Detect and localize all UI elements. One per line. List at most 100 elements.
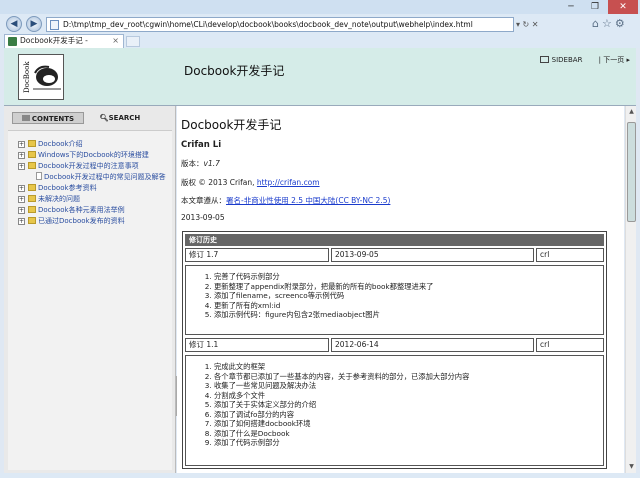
- list-item: 完成此文的框架: [214, 362, 603, 372]
- toc-panel: + Docbook介绍 + Windows下的Docbook的环境搭建 + Docbo…: [8, 130, 172, 470]
- back-arrow-icon: ◀: [10, 19, 18, 29]
- sidebar-toggle[interactable]: SIDEBAR: [539, 54, 582, 66]
- revision-date: 2012-06-14: [331, 338, 534, 352]
- version-number: v1.7: [203, 159, 220, 168]
- list-item: 各个章节都已添加了一些基本的内容，关于参考资料的部分，已添加大部分内容: [214, 372, 603, 382]
- toc-item[interactable]: + Docbook各种元素用法举例: [8, 205, 172, 216]
- toolbar-icons[interactable]: ⌂☆⚙: [592, 16, 638, 32]
- vertical-scrollbar[interactable]: ▲ ▼: [625, 106, 636, 473]
- next-page-link[interactable]: | 下一页 ▸: [599, 54, 630, 66]
- svg-text:DocBook: DocBook: [23, 61, 31, 93]
- scroll-down-icon[interactable]: ▼: [627, 462, 636, 472]
- sidebar: CONTENTS 🔍︎SEARCH + Docbook介绍 + Windows下的D…: [4, 106, 180, 473]
- list-item: 收集了一些常见问题及解决办法: [214, 381, 603, 391]
- minimize-button[interactable]: ─: [560, 0, 582, 14]
- favicon-icon: [8, 37, 17, 46]
- license-line: 本文章遵从：署名-非商业性使用 2.5 中国大陆(CC BY-NC 2.5): [181, 196, 391, 205]
- list-item: 添加了如何搭建docbook环境: [214, 419, 603, 429]
- expand-icon[interactable]: +: [18, 196, 25, 203]
- page-title: Docbook开发手记: [181, 118, 282, 132]
- list-item: 分割成多个文件: [214, 391, 603, 401]
- expand-icon[interactable]: +: [18, 207, 25, 214]
- crifan-link[interactable]: http://crifan.com: [257, 178, 320, 187]
- toc-item[interactable]: + 未解决的问题: [8, 194, 172, 205]
- expand-icon[interactable]: +: [18, 141, 25, 148]
- publish-date: 2013-09-05: [181, 213, 225, 222]
- tab-search[interactable]: 🔍︎SEARCH: [92, 112, 148, 124]
- url-input[interactable]: D:\tmp\tmp_dev_root\cgwin\home\CLi\devel…: [46, 17, 514, 32]
- toc-item[interactable]: + Docbook介绍: [8, 139, 172, 150]
- list-item: 添加了filename，screenco等示例代码: [214, 291, 603, 301]
- expand-icon[interactable]: +: [18, 152, 25, 159]
- list-item: 更新整理了appendix附录部分，把最新的所有的book都整理进来了: [214, 282, 603, 292]
- folder-icon: [28, 162, 36, 169]
- license-link[interactable]: 署名-非商业性使用 2.5 中国大陆(CC BY-NC 2.5): [226, 196, 390, 205]
- page-header: DocBook Docbook开发手记 SIDEBAR | 下一页 ▸: [4, 48, 636, 106]
- maximize-button[interactable]: ❐: [584, 0, 606, 14]
- folder-icon: [28, 217, 36, 224]
- expand-icon[interactable]: +: [18, 185, 25, 192]
- list-item: 更新了所有的xml:id: [214, 301, 603, 311]
- toc-item[interactable]: Docbook开发过程中的常见问题及解答: [8, 172, 172, 183]
- toc-item[interactable]: + Windows下的Docbook的环境搭建: [8, 150, 172, 161]
- tab-contents[interactable]: CONTENTS: [12, 112, 84, 124]
- main-content: Docbook开发手记 Crifan Li 版本：v1.7 版权 © 2013 …: [177, 106, 624, 473]
- list-item: 添加了调试fo部分的内容: [214, 410, 603, 420]
- toc-item[interactable]: + Docbook开发过程中的注意事项: [8, 161, 172, 172]
- list-item: 完善了代码示例部分: [214, 272, 603, 282]
- list-item: 添加了关于实体定义部分的介绍: [214, 400, 603, 410]
- expand-icon[interactable]: +: [18, 218, 25, 225]
- status-bar: [0, 473, 640, 478]
- url-text: D:\tmp\tmp_dev_root\cgwin\home\CLi\devel…: [63, 20, 473, 29]
- logo-image: DocBook: [19, 55, 63, 99]
- search-icon: 🔍︎: [99, 114, 109, 122]
- folder-icon: [28, 184, 36, 191]
- toc-item[interactable]: + 已通过Docbook发布的资料: [8, 216, 172, 227]
- revision-notes: 完善了代码示例部分 更新整理了appendix附录部分，把最新的所有的book都…: [185, 265, 604, 335]
- list-item: 添加示例代码：figure内包含2张mediaobject图片: [214, 310, 603, 320]
- revision-author: crl: [536, 248, 604, 262]
- version-line: 版本：v1.7: [181, 159, 220, 168]
- revision-number: 修订 1.1: [185, 338, 329, 352]
- folder-icon: [28, 140, 36, 147]
- sidebar-icon: [539, 56, 549, 63]
- list-item: 添加了什么是Docbook: [214, 429, 603, 439]
- toc-item[interactable]: + Docbook参考资料: [8, 183, 172, 194]
- revision-number: 修订 1.7: [185, 248, 329, 262]
- copyright-line: 版权 © 2013 Crifan, http://crifan.com: [181, 178, 320, 187]
- revision-notes-list: 完善了代码示例部分 更新整理了appendix附录部分，把最新的所有的book都…: [204, 272, 603, 320]
- new-tab-button[interactable]: [126, 36, 140, 47]
- scroll-thumb[interactable]: [627, 122, 636, 222]
- forward-button[interactable]: ▶: [26, 16, 42, 32]
- back-button[interactable]: ◀: [6, 16, 22, 32]
- close-tab-icon[interactable]: ×: [112, 35, 119, 47]
- forward-arrow-icon: ▶: [30, 19, 38, 29]
- tab-strip: Docbook开发手记 - ×: [0, 34, 640, 48]
- header-nav: SIDEBAR | 下一页 ▸: [539, 54, 630, 66]
- revision-notes: 完成此文的框架 各个章节都已添加了一些基本的内容，关于参考资料的部分，已添加大部…: [185, 355, 604, 466]
- revision-author: crl: [536, 338, 604, 352]
- sidebar-tabs: CONTENTS 🔍︎SEARCH: [4, 112, 176, 126]
- address-bar-row: ◀ ▶ D:\tmp\tmp_dev_root\cgwin\home\CLi\d…: [0, 14, 640, 34]
- browser-tab[interactable]: Docbook开发手记 - ×: [4, 34, 124, 48]
- toc-list: + Docbook介绍 + Windows下的Docbook的环境搭建 + Docbo…: [8, 131, 172, 227]
- docbook-logo: DocBook: [18, 54, 64, 100]
- expand-icon[interactable]: +: [18, 163, 25, 170]
- page-icon: [50, 20, 59, 30]
- folder-icon: [28, 206, 36, 213]
- list-item: 添加了代码示例部分: [214, 438, 603, 448]
- folder-icon: [28, 195, 36, 202]
- book-icon: [21, 115, 30, 121]
- close-window-button[interactable]: ✕: [608, 0, 638, 14]
- revision-history-header: 修订历史: [185, 234, 604, 246]
- browser-window: ─ ❐ ✕ ◀ ▶ D:\tmp\tmp_dev_root\cgwin\home…: [0, 0, 640, 478]
- site-title: Docbook开发手记: [184, 64, 285, 78]
- document-icon: [36, 172, 42, 180]
- revision-history-table: 修订历史 修订 1.7 2013-09-05 crl 完善了代码示例部分 更新整…: [182, 231, 607, 469]
- tab-title: Docbook开发手记 -: [20, 36, 88, 45]
- address-controls[interactable]: ▾ ↻ ✕: [516, 17, 586, 32]
- folder-icon: [28, 151, 36, 158]
- revision-notes-list: 完成此文的框架 各个章节都已添加了一些基本的内容，关于参考资料的部分，已添加大部…: [204, 362, 603, 448]
- scroll-up-icon[interactable]: ▲: [627, 107, 636, 117]
- revision-date: 2013-09-05: [331, 248, 534, 262]
